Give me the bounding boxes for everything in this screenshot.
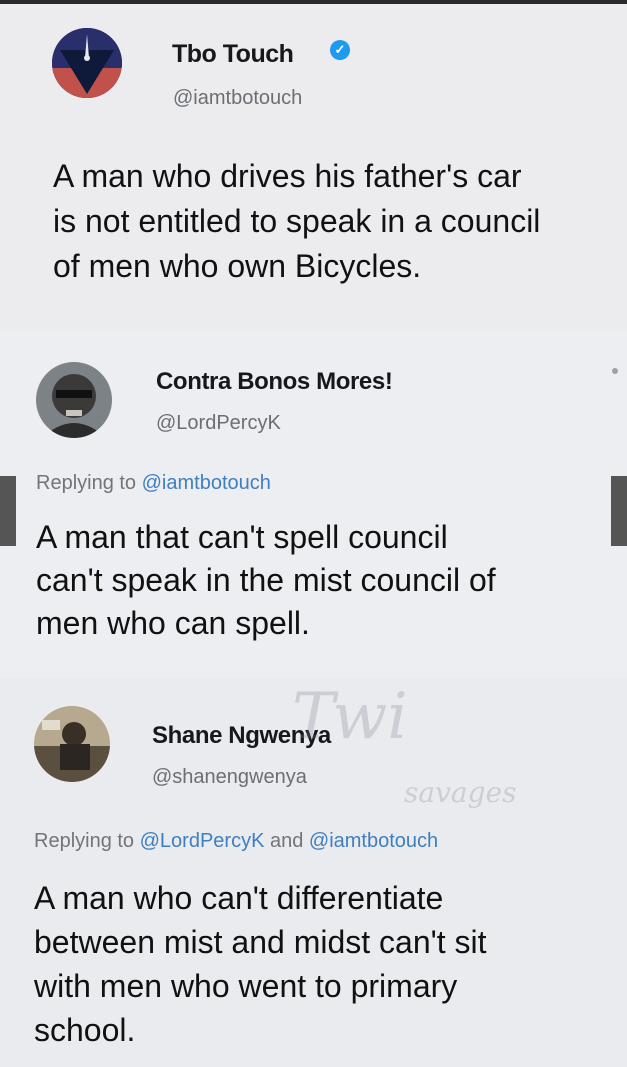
avatar[interactable] — [34, 706, 110, 782]
replying-label: Replying to — [34, 830, 140, 852]
replying-to: Replying to @LordPercyK and @iamtbotouch — [34, 830, 438, 853]
author-name[interactable]: Contra Bonos Mores! — [156, 368, 393, 396]
reply-text-line: school. — [34, 1012, 136, 1048]
side-bar-left — [0, 476, 16, 546]
mention-link[interactable]: @iamtbotouch — [142, 472, 271, 494]
replying-and: and — [264, 830, 309, 852]
reply-tweet[interactable]: Contra Bonos Mores! @LordPercyK Replying… — [0, 332, 627, 677]
avatar[interactable] — [52, 28, 122, 98]
side-bar-right — [611, 476, 627, 546]
tweet-text: A man who drives his father's car is not… — [53, 154, 627, 289]
replying-to: Replying to @iamtbotouch — [36, 472, 271, 495]
mention-link[interactable]: @iamtbotouch — [309, 830, 438, 852]
mention-link[interactable]: @LordPercyK — [140, 830, 265, 852]
avatar-photo-icon — [34, 706, 110, 782]
reply-text-line: A man who can't differentiate — [34, 880, 444, 916]
replying-label: Replying to — [36, 472, 142, 494]
main-tweet[interactable]: Tbo Touch ✓ @iamtbotouch A man who drive… — [0, 4, 627, 326]
author-handle[interactable]: @iamtbotouch — [173, 87, 302, 110]
tweet-text-line: of men who own Bicycles. — [53, 248, 422, 284]
tweet-text-line: A man who drives his father's car — [53, 158, 522, 194]
reply-text-line: between mist and midst can't sit — [34, 924, 487, 960]
verified-badge-icon: ✓ — [330, 40, 350, 60]
reply-text-line: with men who went to primary — [34, 968, 458, 1004]
more-options-icon[interactable] — [612, 368, 618, 374]
author-name[interactable]: Tbo Touch — [172, 40, 294, 69]
avatar[interactable] — [36, 362, 112, 438]
reply-text: A man that can't spell council can't spe… — [36, 516, 496, 645]
watermark-text: savages — [404, 776, 517, 809]
reply-text-line: can't speak in the mist council of — [36, 562, 496, 598]
tweet-text-line: is not entitled to speak in a council — [53, 203, 541, 239]
reply-text-line: A man that can't spell council — [36, 519, 448, 555]
author-handle[interactable]: @shanengwenya — [152, 766, 307, 789]
reply-text: A man who can't differentiate between mi… — [34, 876, 487, 1052]
avatar-logo-icon — [52, 28, 122, 98]
reply-text-line: men who can spell. — [36, 605, 310, 641]
author-handle[interactable]: @LordPercyK — [156, 412, 281, 435]
watermark-logo: Twi — [292, 680, 408, 754]
avatar-photo-icon — [36, 362, 112, 438]
